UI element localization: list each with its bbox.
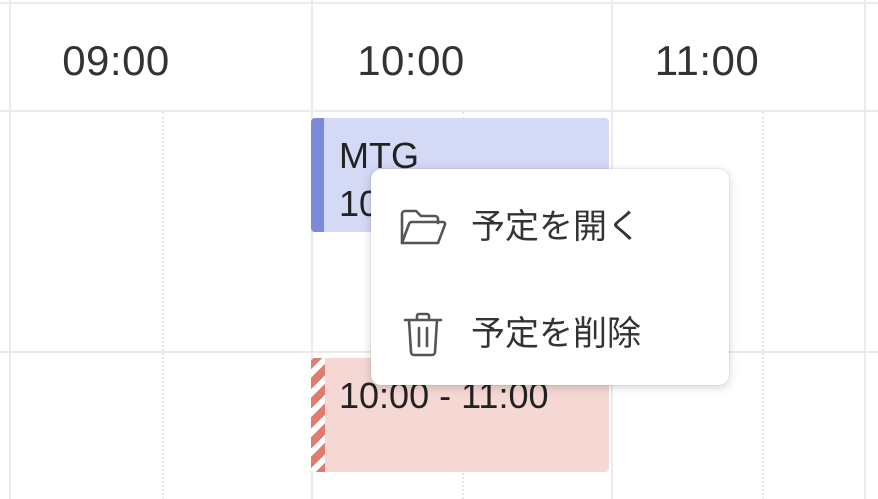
grid-line — [0, 2, 878, 4]
time-label-0900: 09:00 — [62, 37, 170, 84]
context-menu: 予定を開く 予定を削除 — [371, 169, 729, 385]
trash-icon — [403, 312, 443, 357]
event-color-bar — [311, 118, 324, 232]
time-label-1000: 10:00 — [357, 37, 465, 84]
header-divider — [0, 110, 878, 112]
menu-item-label: 予定を削除 — [471, 314, 641, 354]
time-label-1100: 11:00 — [654, 37, 760, 84]
column-line — [864, 0, 866, 499]
menu-item-label: 予定を開く — [471, 207, 641, 247]
column-line — [9, 0, 11, 499]
menu-item-delete-event[interactable]: 予定を削除 — [371, 284, 729, 384]
menu-item-open-event[interactable]: 予定を開く — [371, 177, 729, 277]
half-hour-line — [762, 112, 764, 499]
calendar-week-view: 09:00 10:00 11:00 MTG 10 10:00 - 11:00 予… — [0, 0, 878, 499]
half-hour-line — [162, 112, 164, 499]
event-striped-bar — [311, 358, 325, 472]
folder-open-icon — [400, 209, 447, 245]
